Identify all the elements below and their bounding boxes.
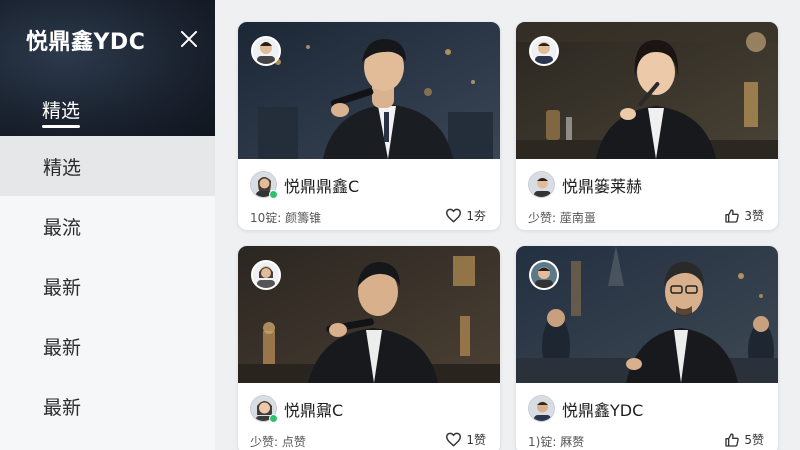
author-name[interactable]: 悦鼎鑫YDC — [562, 397, 643, 421]
sidebar-item-popular[interactable]: 最流 — [0, 196, 215, 256]
sidebar-title: 悦鼎鑫YDC — [26, 30, 146, 55]
heart-icon — [446, 432, 462, 447]
sidebar-item-latest[interactable]: 最新 — [0, 256, 215, 316]
like-button[interactable]: 3赞 — [724, 207, 764, 224]
sidebar-item-label: 最新 — [43, 276, 82, 299]
sidebar-item-latest-3[interactable]: 最新 — [0, 376, 215, 436]
heart-icon — [446, 208, 462, 223]
thumbs-up-icon — [725, 208, 740, 223]
like-button[interactable]: 5赞 — [724, 431, 764, 448]
card-thumbnail[interactable] — [516, 22, 778, 159]
card-stat-text: 少赞: 蓙南畺 — [528, 211, 596, 225]
card-meta: 悦鼎鑫YDC 1)锭: 厤赘 5赞 — [516, 383, 778, 450]
sidebar-item-featured[interactable]: 精选 — [0, 136, 215, 196]
author-name[interactable]: 悦鼎鼐C — [284, 397, 343, 421]
sidebar-item-latest-2[interactable]: 最新 — [0, 316, 215, 376]
creator-avatar[interactable] — [529, 36, 559, 66]
author-name[interactable]: 悦鼎鼎鑫C — [284, 173, 359, 197]
like-button[interactable]: 1夯 — [445, 207, 486, 224]
sidebar-drawer: 悦鼎鑫YDC 精选 精选 最流 最新 最新 最新 — [0, 0, 215, 450]
online-status-dot — [269, 414, 278, 423]
sidebar-item-label: 最新 — [43, 336, 82, 359]
header-tab-selected[interactable]: 精选 — [42, 96, 80, 123]
tab-indicator — [42, 125, 80, 128]
card-stat-text: 少赞: 点赞 — [250, 435, 306, 449]
author-avatar[interactable] — [528, 171, 555, 198]
creator-avatar[interactable] — [251, 260, 281, 290]
like-count: 3赞 — [744, 209, 764, 223]
video-card[interactable]: 悦鼎篓莱赫 少赞: 蓙南畺 3赞 — [516, 22, 778, 230]
sidebar-item-label: 精选 — [43, 156, 82, 179]
card-thumbnail[interactable] — [516, 246, 778, 383]
card-meta: 悦鼎鼐C 少赞: 点赞 1赞 — [238, 383, 500, 450]
like-count: 1赞 — [466, 433, 486, 447]
sidebar-menu: 精选 最流 最新 最新 最新 — [0, 136, 215, 436]
author-avatar[interactable] — [528, 395, 555, 422]
card-stat-text: 1)锭: 厤赘 — [528, 435, 585, 449]
like-count: 1夯 — [466, 209, 486, 223]
author-name[interactable]: 悦鼎篓莱赫 — [562, 173, 642, 197]
card-thumbnail[interactable] — [238, 246, 500, 383]
author-avatar[interactable] — [250, 171, 278, 199]
creator-avatar[interactable] — [251, 36, 281, 66]
card-meta: 悦鼎篓莱赫 少赞: 蓙南畺 3赞 — [516, 159, 778, 230]
author-avatar[interactable] — [250, 395, 278, 423]
video-card[interactable]: 悦鼎鼎鑫C 10锭: 颜籌锥 1夯 — [238, 22, 500, 230]
close-icon[interactable] — [176, 26, 202, 52]
online-status-dot — [269, 190, 278, 199]
sidebar-header: 悦鼎鑫YDC 精选 — [0, 0, 215, 136]
thumbs-up-icon — [725, 432, 740, 447]
card-stat-text: 10锭: 颜籌锥 — [250, 211, 322, 225]
video-card[interactable]: 悦鼎鑫YDC 1)锭: 厤赘 5赞 — [516, 246, 778, 450]
video-card[interactable]: 悦鼎鼐C 少赞: 点赞 1赞 — [238, 246, 500, 450]
like-button[interactable]: 1赞 — [445, 431, 486, 448]
creator-avatar[interactable] — [529, 260, 559, 290]
card-thumbnail[interactable] — [238, 22, 500, 159]
card-meta: 悦鼎鼎鑫C 10锭: 颜籌锥 1夯 — [238, 159, 500, 230]
sidebar-item-label: 最流 — [43, 216, 82, 239]
like-count: 5赞 — [744, 433, 764, 447]
sidebar-item-label: 最新 — [43, 396, 82, 419]
